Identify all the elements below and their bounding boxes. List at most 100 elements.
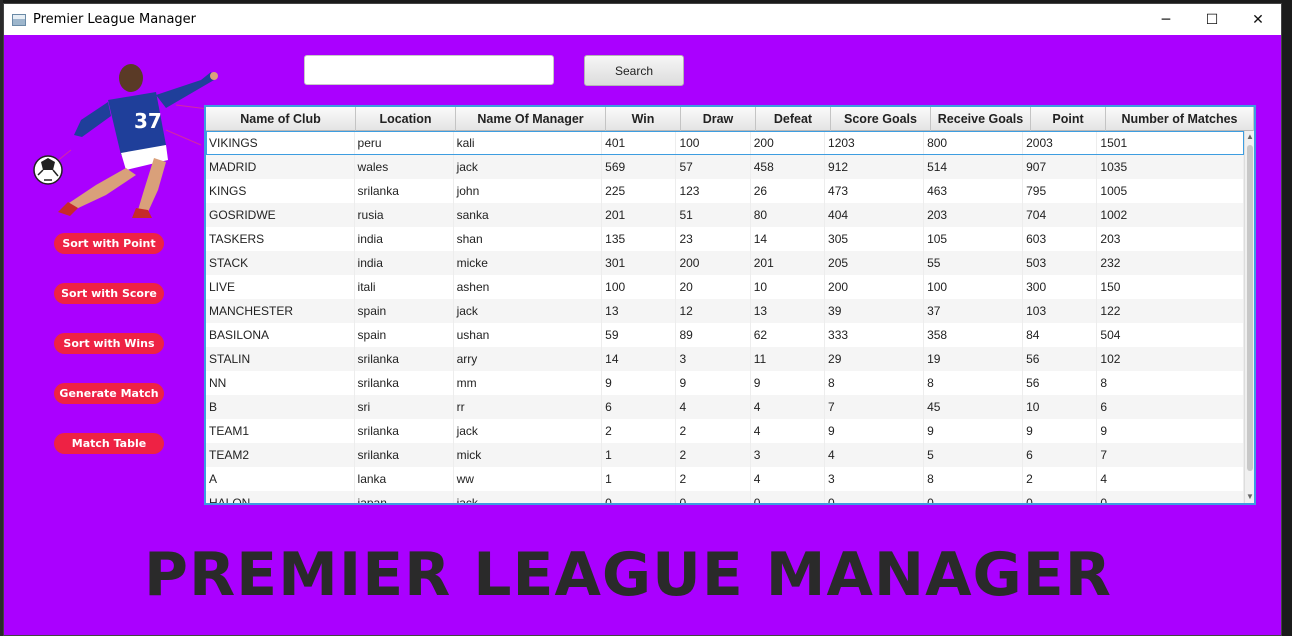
table-row[interactable]: KINGS srilanka john 225 123 26 473 463 795 1005	[206, 179, 1244, 203]
maximize-button[interactable]: ☐	[1189, 4, 1235, 35]
table-cell: 0	[825, 491, 925, 503]
table-cell: 301	[602, 251, 677, 275]
table-row[interactable]: HALON japan jack 0 0 0 0 0 0 0	[206, 491, 1244, 503]
column-header[interactable]: Receive Goals	[931, 107, 1031, 131]
table-row[interactable]: TEAM2 srilanka mick 1 2 3 4 5 6 7	[206, 443, 1244, 467]
table-cell: 8	[924, 467, 1024, 491]
table-cell: 13	[751, 299, 826, 323]
table-cell: 19	[924, 347, 1024, 371]
vertical-scrollbar[interactable]: ▲ ▼	[1244, 131, 1254, 503]
column-header[interactable]: Win	[606, 107, 681, 131]
table-cell: lanka	[355, 467, 454, 491]
column-header[interactable]: Defeat	[756, 107, 831, 131]
search-button[interactable]: Search	[584, 55, 684, 86]
generate-match-button[interactable]: Generate Match	[54, 383, 164, 404]
column-header[interactable]: Point	[1031, 107, 1106, 131]
column-header[interactable]: Name of Club	[206, 107, 356, 131]
table-cell: 100	[676, 131, 751, 155]
table-cell: TEAM1	[206, 419, 355, 443]
table-row[interactable]: STALIN srilanka arry 14 3 11 29 19 56 102	[206, 347, 1244, 371]
table-row[interactable]: NN srilanka mm 9 9 9 8 8 56 8	[206, 371, 1244, 395]
table-cell: 7	[825, 395, 925, 419]
table-cell: ashen	[454, 275, 603, 299]
table-cell: 4	[751, 419, 826, 443]
table-cell: 9	[751, 371, 826, 395]
app-window: Premier League Manager ─ ☐ ✕ 37 Sort wit…	[3, 3, 1282, 636]
column-header[interactable]: Location	[356, 107, 456, 131]
scroll-down-icon[interactable]: ▼	[1245, 491, 1254, 503]
table-row[interactable]: LIVE itali ashen 100 20 10 200 100 300 150	[206, 275, 1244, 299]
table-row[interactable]: STACK india micke 301 200 201 205 55 503 232	[206, 251, 1244, 275]
table-cell: japan	[355, 491, 454, 503]
table-cell: 0	[1097, 491, 1244, 503]
table-cell: 1501	[1097, 131, 1244, 155]
match-table-button[interactable]: Match Table	[54, 433, 164, 454]
table-cell: 2	[1023, 467, 1098, 491]
column-header[interactable]: Name Of Manager	[456, 107, 606, 131]
table-cell: 504	[1097, 323, 1244, 347]
table-cell: 0	[676, 491, 751, 503]
window-controls: ─ ☐ ✕	[1143, 4, 1281, 35]
table-cell: ww	[454, 467, 603, 491]
table-body: VIKINGS peru kali 401 100 200 1203 800 2003 1501 M…	[206, 131, 1244, 503]
table-cell: 569	[602, 155, 677, 179]
table-cell: 20	[676, 275, 751, 299]
table-cell: rr	[454, 395, 603, 419]
table-cell: 89	[676, 323, 751, 347]
table-cell: 122	[1097, 299, 1244, 323]
league-table[interactable]: Name of Club Location Name Of Manager Win Dr…	[204, 105, 1256, 505]
table-cell: 200	[825, 275, 925, 299]
table-row[interactable]: Bsri rr 6 4 4 7 45 10 6	[206, 395, 1244, 419]
table-cell: 203	[924, 203, 1024, 227]
column-header[interactable]: Number of Matches	[1106, 107, 1254, 131]
table-cell: 2	[676, 443, 751, 467]
table-row[interactable]: TEAM1 srilanka jack 2 2 4 9 9 9 9	[206, 419, 1244, 443]
close-button[interactable]: ✕	[1235, 4, 1281, 35]
scroll-thumb[interactable]	[1247, 145, 1253, 471]
sort-with-point-button[interactable]: Sort with Point	[54, 233, 164, 254]
table-cell: 6	[602, 395, 677, 419]
table-row[interactable]: Alanka ww 1 2 4 3 8 2 4	[206, 467, 1244, 491]
table-cell: 2	[602, 419, 677, 443]
sort-with-score-button[interactable]: Sort with Score	[54, 283, 164, 304]
table-row[interactable]: MANCHESTER spain jack 13 12 13 39 37 103 122	[206, 299, 1244, 323]
table-cell: 150	[1097, 275, 1244, 299]
table-cell: india	[355, 251, 454, 275]
table-cell: 123	[676, 179, 751, 203]
table-row[interactable]: VIKINGS peru kali 401 100 200 1203 800 2003 1501	[206, 131, 1244, 155]
table-cell: 84	[1023, 323, 1098, 347]
table-cell: 2	[676, 467, 751, 491]
table-cell: TEAM2	[206, 443, 355, 467]
table-cell: 102	[1097, 347, 1244, 371]
table-row[interactable]: TASKERS india shan 135 23 14 305 105 603 203	[206, 227, 1244, 251]
table-cell: STACK	[206, 251, 355, 275]
table-cell: 603	[1023, 227, 1098, 251]
table-cell: wales	[355, 155, 454, 179]
table-cell: 13	[602, 299, 677, 323]
table-cell: john	[454, 179, 603, 203]
search-input[interactable]	[304, 55, 554, 85]
minimize-button[interactable]: ─	[1143, 4, 1189, 35]
table-cell: 201	[602, 203, 677, 227]
table-cell: 55	[924, 251, 1024, 275]
table-row[interactable]: MADRID wales jack 569 57 458 912 514 907 1035	[206, 155, 1244, 179]
sort-with-wins-button[interactable]: Sort with Wins	[54, 333, 164, 354]
table-cell: 1035	[1097, 155, 1244, 179]
table-cell: 135	[602, 227, 677, 251]
column-header[interactable]: Draw	[681, 107, 756, 131]
column-header[interactable]: Score Goals	[831, 107, 931, 131]
scroll-up-icon[interactable]: ▲	[1245, 131, 1254, 143]
title-bar: Premier League Manager ─ ☐ ✕	[4, 4, 1281, 35]
table-cell: 4	[825, 443, 925, 467]
table-row[interactable]: BASILONA spain ushan 59 89 62 333 358 84 504	[206, 323, 1244, 347]
table-cell: 9	[1097, 419, 1244, 443]
table-cell: 6	[1023, 443, 1098, 467]
table-cell: MANCHESTER	[206, 299, 355, 323]
table-cell: rusia	[355, 203, 454, 227]
table-cell: 10	[751, 275, 826, 299]
table-cell: 9	[602, 371, 677, 395]
table-row[interactable]: GOSRIDWE rusia sanka 201 51 80 404 203 704 1002	[206, 203, 1244, 227]
table-cell: KINGS	[206, 179, 355, 203]
table-cell: jack	[454, 155, 603, 179]
table-cell: 912	[825, 155, 925, 179]
